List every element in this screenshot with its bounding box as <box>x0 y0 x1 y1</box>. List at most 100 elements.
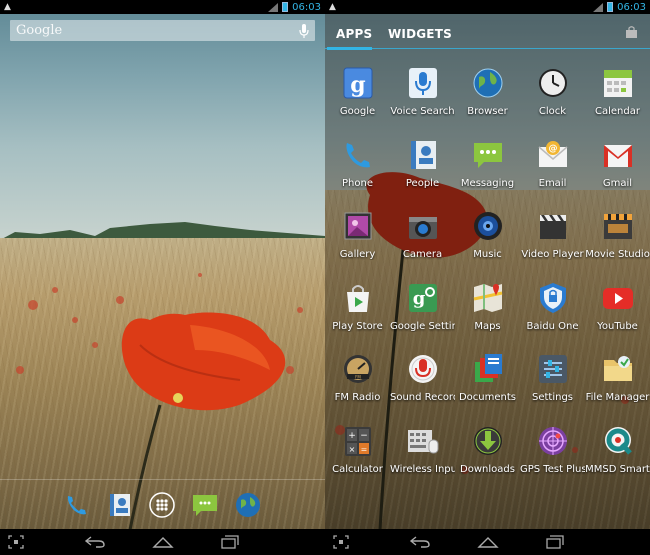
clapperboard-icon <box>540 215 566 239</box>
app-gps-test-plus[interactable]: GPS Test Plus <box>520 422 585 492</box>
app-label: Camera <box>402 249 443 260</box>
svg-text:FM: FM <box>355 375 361 380</box>
warning-icon: ▲ <box>329 2 336 12</box>
app-label: People <box>405 177 440 189</box>
all-apps-button[interactable] <box>147 490 177 520</box>
app-documents[interactable]: Documents <box>455 350 520 420</box>
app-movie-studio[interactable]: Movie Studio <box>585 207 650 277</box>
calculator-icon: + −× = <box>345 426 371 456</box>
back-button[interactable] <box>84 534 106 550</box>
camera-icon <box>409 217 437 239</box>
app-youtube[interactable]: YouTube <box>585 279 650 349</box>
calendar-icon <box>604 70 632 97</box>
app-mmsd-smart[interactable]: MMSD Smart <box>585 422 650 492</box>
contacts-icon <box>411 140 436 169</box>
app-label: FM Radio <box>334 392 381 403</box>
app-label: File Manager <box>585 392 650 403</box>
recent-apps-button[interactable] <box>545 534 565 550</box>
app-file-manager[interactable]: File Manager <box>585 350 650 420</box>
movie-studio-icon <box>604 214 632 239</box>
message-bubble-icon <box>474 142 502 168</box>
q-logo-icon <box>605 426 632 455</box>
contacts-icon[interactable] <box>105 490 135 520</box>
svg-text:@: @ <box>549 144 558 154</box>
app-wireless-input[interactable]: Wireless Input <box>390 422 455 492</box>
app-settings[interactable]: Settings <box>520 350 585 420</box>
google-logo: Google <box>16 23 63 38</box>
play-store-bag-icon[interactable] <box>625 26 638 39</box>
screenshot-icon[interactable] <box>333 534 349 550</box>
app-label: GPS Test Plus <box>520 463 585 475</box>
svg-text:=: = <box>361 445 368 454</box>
app-drawer-screen: ▲ 06:03 APPS WIDGETS g Google Voice Search… <box>325 0 650 555</box>
radio-icon: FM <box>344 355 372 383</box>
screenshot-icon[interactable] <box>8 534 24 550</box>
gmail-icon <box>604 144 632 167</box>
shield-icon <box>540 282 566 313</box>
app-maps[interactable]: Maps <box>455 279 520 349</box>
tab-apps[interactable]: APPS <box>336 27 372 41</box>
status-time: 06:03 <box>617 1 646 13</box>
app-label: Google <box>339 106 376 117</box>
tab-divider <box>325 48 650 49</box>
svg-text:−: − <box>360 431 368 441</box>
app-label: Browser <box>467 106 508 117</box>
app-voice-search[interactable]: Voice Search <box>390 64 455 134</box>
app-play-store[interactable]: Play Store <box>325 279 390 349</box>
app-email[interactable]: @ Email <box>520 136 585 206</box>
recent-apps-button[interactable] <box>220 534 240 550</box>
navigation-bar <box>325 529 650 555</box>
app-label: MMSD Smart <box>585 463 650 475</box>
app-downloads[interactable]: Downloads <box>455 422 520 492</box>
app-video-player[interactable]: Video Player <box>520 207 585 277</box>
app-label: Sound Recorder <box>390 392 455 403</box>
app-google[interactable]: g Google <box>325 64 390 134</box>
app-gmail[interactable]: Gmail <box>585 136 650 206</box>
clock-icon <box>539 69 567 97</box>
signal-icon <box>268 2 279 12</box>
app-phone[interactable]: Phone <box>325 136 390 206</box>
back-button[interactable] <box>409 534 431 550</box>
envelope-icon: @ <box>538 140 568 167</box>
tab-widgets[interactable]: WIDGETS <box>388 27 452 41</box>
app-camera[interactable]: Camera <box>390 207 455 277</box>
home-screen: ▲ 06:03 Google <box>0 0 325 555</box>
app-label: Calculator <box>332 463 383 475</box>
browser-globe-icon[interactable] <box>233 490 263 520</box>
app-calculator[interactable]: + − × = Calculator <box>325 422 390 492</box>
wallpaper <box>0 0 325 555</box>
youtube-icon <box>603 287 633 309</box>
app-label: Maps <box>474 320 501 332</box>
app-fm-radio[interactable]: FM FM Radio <box>325 350 390 420</box>
app-music[interactable]: Music <box>455 207 520 277</box>
app-label: YouTube <box>597 320 638 332</box>
warning-icon: ▲ <box>4 2 11 12</box>
microphone-icon[interactable] <box>299 23 309 38</box>
app-sound-recorder[interactable]: Sound Recorder <box>390 350 455 420</box>
app-baidu-one[interactable]: Baidu One <box>520 279 585 349</box>
app-clock[interactable]: Clock <box>520 64 585 134</box>
app-label: Google Settings <box>390 320 455 332</box>
messaging-icon[interactable] <box>190 490 220 520</box>
app-browser[interactable]: Browser <box>455 64 520 134</box>
home-button[interactable] <box>152 534 174 550</box>
app-messaging[interactable]: Messaging <box>455 136 520 206</box>
phone-icon <box>346 142 370 167</box>
battery-icon <box>607 2 614 12</box>
app-people[interactable]: People <box>390 136 455 206</box>
google-search-bar[interactable]: Google <box>10 20 315 41</box>
google-settings-icon: g <box>409 283 437 312</box>
folder-icon <box>604 356 632 381</box>
app-label: Gmail <box>602 177 633 189</box>
home-button[interactable] <box>477 534 499 550</box>
app-google-settings[interactable]: g Google Settings <box>390 279 455 349</box>
app-gallery[interactable]: Gallery <box>325 207 390 277</box>
navigation-bar <box>0 529 325 555</box>
app-label: Downloads <box>460 463 515 475</box>
app-label: Movie Studio <box>585 249 650 260</box>
app-label: Wireless Input <box>390 463 455 475</box>
phone-icon[interactable] <box>62 490 92 520</box>
map-icon <box>473 283 503 312</box>
status-time: 06:03 <box>292 1 321 13</box>
app-calendar[interactable]: Calendar <box>585 64 650 134</box>
